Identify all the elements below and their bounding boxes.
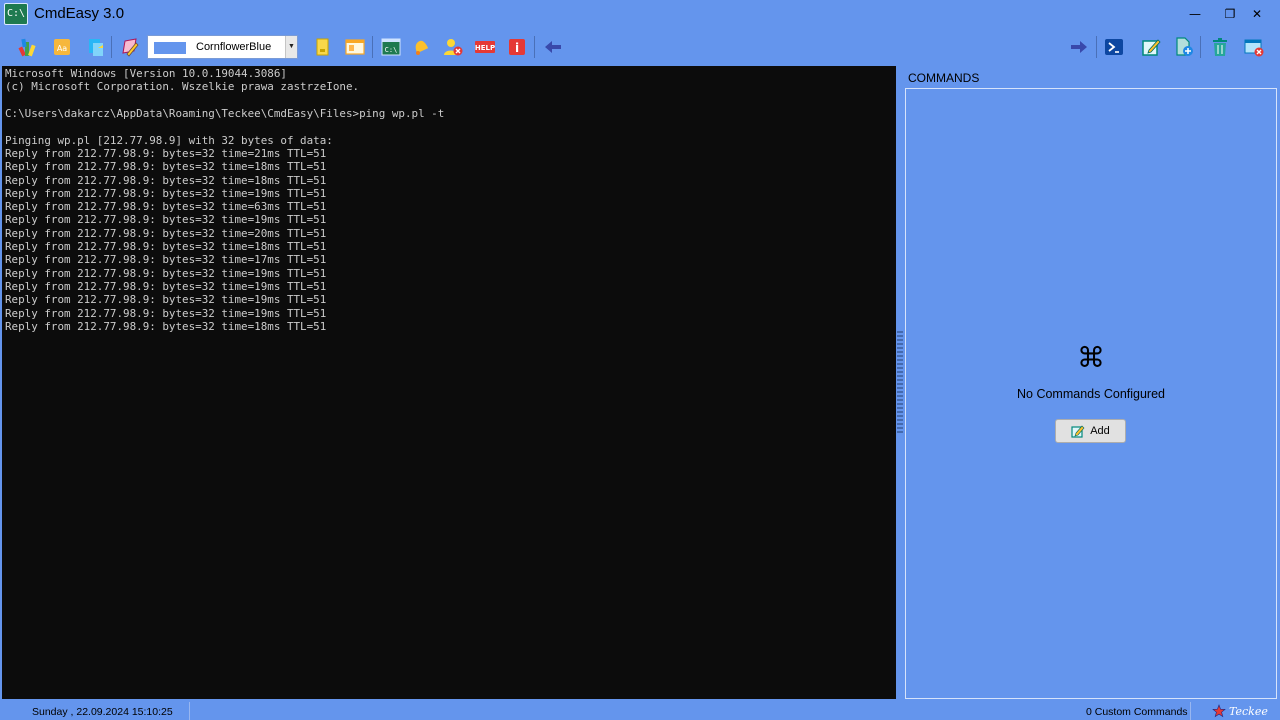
brand-name: Teckee xyxy=(1229,704,1268,718)
console-line: Reply from 212.77.98.9: bytes=32 time=20… xyxy=(5,226,327,240)
toolbar-separator xyxy=(1200,36,1201,58)
back-button[interactable] xyxy=(541,35,565,59)
toolbar-separator xyxy=(372,36,373,58)
forward-button[interactable] xyxy=(1067,35,1091,59)
trash-icon xyxy=(1213,38,1227,56)
console-line: Reply from 212.77.98.9: bytes=32 time=17… xyxy=(5,253,327,267)
app-icon: C:\ xyxy=(4,3,28,25)
console-line: Reply from 212.77.98.9: bytes=32 time=19… xyxy=(5,266,327,280)
copy-icon xyxy=(89,39,103,56)
window-close-button[interactable] xyxy=(1242,35,1266,59)
status-datetime: Sunday , 22.09.2024 15:10:25 xyxy=(32,706,173,718)
edit-icon xyxy=(1142,39,1161,56)
title-bar: C:\ CmdEasy 3.0 — ❐ ✕ xyxy=(0,0,1280,28)
console-line: Reply from 212.77.98.9: bytes=32 time=19… xyxy=(5,213,327,227)
bell-button[interactable] xyxy=(409,35,433,59)
info-icon: i xyxy=(509,39,525,55)
toolbar-separator xyxy=(111,36,112,58)
forward-arrow-icon xyxy=(1071,41,1087,53)
console-line: Pinging wp.pl [212.77.98.9] with 32 byte… xyxy=(5,133,333,147)
help-icon-text: HELP xyxy=(475,44,495,52)
theme-button[interactable] xyxy=(118,35,142,59)
console-line: Microsoft Windows [Version 10.0.19044.30… xyxy=(5,67,287,80)
theme-icon xyxy=(122,38,139,57)
status-bar: Sunday , 22.09.2024 15:10:25 0 Custom Co… xyxy=(0,701,1280,720)
cmd-icon: C:\ xyxy=(381,38,401,56)
palette-icon xyxy=(18,38,36,57)
console-lines: Microsoft Windows [Version 10.0.19044.30… xyxy=(2,66,896,334)
console-line: Reply from 212.77.98.9: bytes=32 time=19… xyxy=(5,186,327,200)
console-line: Reply from 212.77.98.9: bytes=32 time=18… xyxy=(5,240,327,254)
window-icon xyxy=(345,39,365,55)
remove-user-button[interactable] xyxy=(441,35,465,59)
window-close-icon xyxy=(1244,39,1264,57)
back-arrow-icon xyxy=(545,41,561,53)
color-swatch xyxy=(154,42,186,54)
powershell-button[interactable] xyxy=(1102,35,1126,59)
new-file-icon xyxy=(1176,37,1193,56)
help-button[interactable]: HELP xyxy=(473,35,497,59)
font-button[interactable]: Aa xyxy=(50,35,74,59)
toolbar: Aa CornflowerBlue ▼ C:\ HELP i xyxy=(0,32,1280,62)
splitter-handle[interactable] xyxy=(897,331,903,433)
toolbar-separator xyxy=(534,36,535,58)
window-title: CmdEasy 3.0 xyxy=(34,5,125,22)
info-button[interactable]: i xyxy=(505,35,529,59)
brand-logo: Teckee xyxy=(1212,704,1268,718)
edit-button[interactable] xyxy=(1139,35,1163,59)
svg-text:C:\: C:\ xyxy=(385,46,398,54)
console-line: (c) Microsoft Corporation. Wszelkie praw… xyxy=(5,80,360,94)
console-output[interactable]: Microsoft Windows [Version 10.0.19044.30… xyxy=(2,66,896,699)
help-icon: HELP xyxy=(475,41,495,53)
window-button[interactable] xyxy=(343,35,367,59)
commands-header: COMMANDS xyxy=(908,71,980,85)
new-file-button[interactable] xyxy=(1172,35,1196,59)
note-icon xyxy=(316,38,329,56)
delete-button[interactable] xyxy=(1208,35,1232,59)
toolbar-separator xyxy=(1096,36,1097,58)
console-line: Reply from 212.77.98.9: bytes=32 time=18… xyxy=(5,160,327,174)
svg-text:Aa: Aa xyxy=(57,44,67,53)
close-button[interactable]: ✕ xyxy=(1234,0,1280,28)
custom-command-count: 0 Custom Commands xyxy=(1086,706,1188,718)
commands-panel: ⌘ No Commands Configured Add xyxy=(905,88,1277,699)
console-line: Reply from 212.77.98.9: bytes=32 time=18… xyxy=(5,173,327,187)
command-key-icon: ⌘ xyxy=(1077,341,1105,374)
bell-icon xyxy=(415,40,429,55)
add-command-button[interactable]: Add xyxy=(1055,419,1126,443)
status-divider xyxy=(189,702,190,720)
palette-button[interactable] xyxy=(16,35,40,59)
empty-state-message: No Commands Configured xyxy=(1017,387,1165,401)
color-select-value: CornflowerBlue xyxy=(196,41,272,53)
chevron-down-icon[interactable]: ▼ xyxy=(285,36,297,58)
console-line: Reply from 212.77.98.9: bytes=32 time=19… xyxy=(5,306,327,320)
font-icon: Aa xyxy=(54,39,70,55)
add-button-label: Add xyxy=(1090,425,1110,437)
cmd-button[interactable]: C:\ xyxy=(379,35,403,59)
console-line: Reply from 212.77.98.9: bytes=32 time=18… xyxy=(5,319,327,333)
console-line: Reply from 212.77.98.9: bytes=32 time=21… xyxy=(5,146,327,160)
copy-button[interactable] xyxy=(84,35,108,59)
powershell-icon xyxy=(1105,39,1123,55)
console-line: Reply from 212.77.98.9: bytes=32 time=19… xyxy=(5,293,327,307)
status-divider xyxy=(1190,702,1191,720)
color-select[interactable]: CornflowerBlue ▼ xyxy=(147,35,298,59)
console-line: Reply from 212.77.98.9: bytes=32 time=19… xyxy=(5,280,327,293)
star-logo-icon xyxy=(1212,704,1226,718)
info-icon-text: i xyxy=(515,41,519,55)
console-line: Reply from 212.77.98.9: bytes=32 time=63… xyxy=(5,200,327,214)
remove-user-icon xyxy=(444,39,463,56)
note-button[interactable] xyxy=(310,35,334,59)
edit-icon xyxy=(1071,425,1085,438)
console-line: C:\Users\dakarcz\AppData\Roaming\Teckee\… xyxy=(5,106,445,120)
